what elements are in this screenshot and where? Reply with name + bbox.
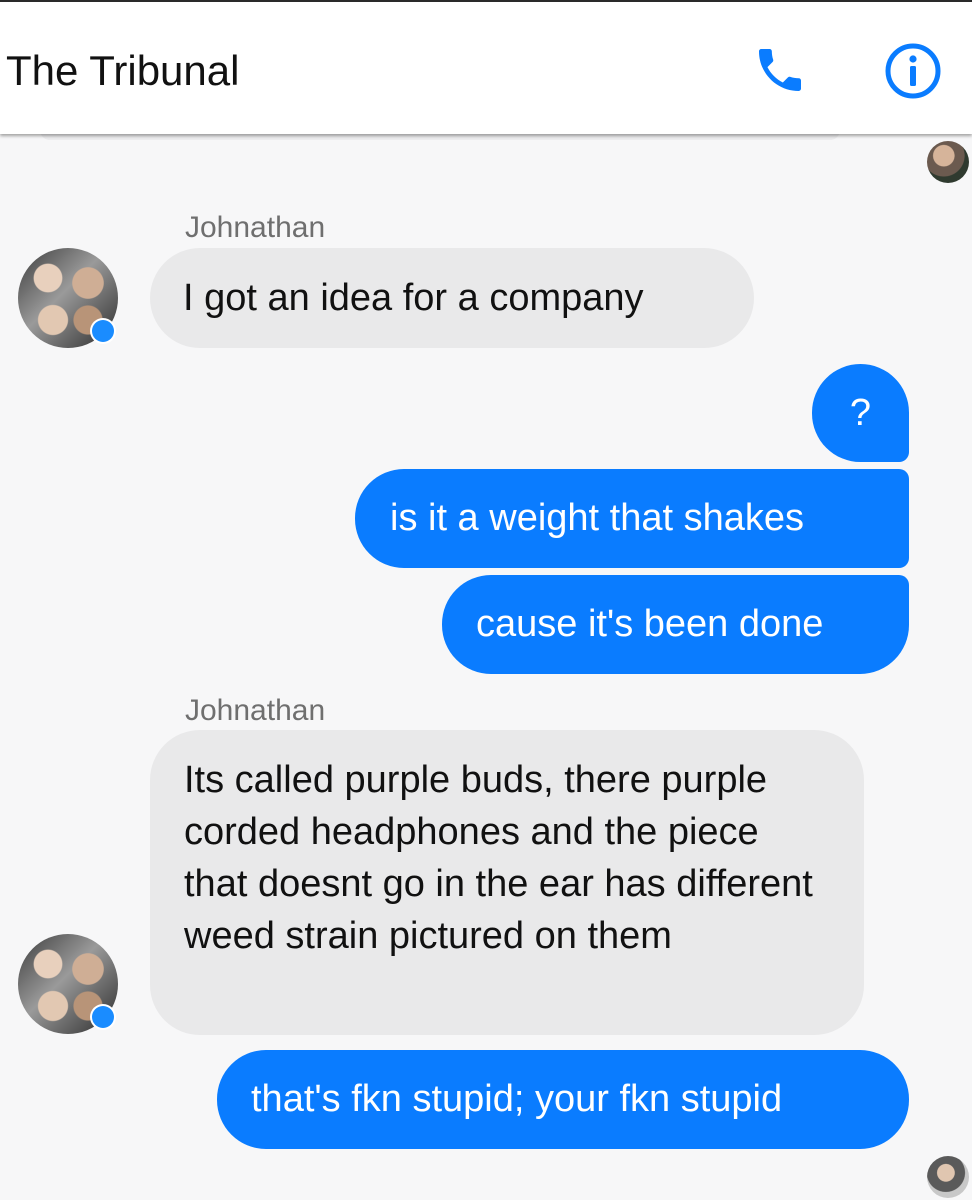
- phone-icon: [759, 49, 801, 91]
- read-receipt-avatar: [927, 1156, 969, 1198]
- message-bubble-outgoing[interactable]: ?: [812, 364, 909, 462]
- sender-name: Johnathan: [185, 694, 326, 727]
- info-icon: [885, 43, 941, 99]
- info-button[interactable]: [884, 42, 942, 100]
- status-bar-edge: [0, 0, 972, 2]
- sender-name: Johnathan: [185, 211, 326, 244]
- conversation-header: The Tribunal: [0, 0, 972, 134]
- conversation-title[interactable]: The Tribunal: [6, 46, 239, 96]
- read-receipt-avatar: [927, 141, 969, 183]
- message-bubble-incoming[interactable]: I got an idea for a company: [150, 248, 754, 348]
- message-bubble-outgoing[interactable]: cause it's been done: [442, 575, 909, 674]
- messenger-badge-icon: [90, 318, 116, 344]
- call-button[interactable]: [752, 42, 808, 98]
- message-bubble-outgoing[interactable]: that's fkn stupid; your fkn stupid: [217, 1050, 909, 1149]
- message-bubble-incoming[interactable]: Its called purple buds, there purple cor…: [150, 730, 864, 1035]
- message-bubble-outgoing[interactable]: is it a weight that shakes: [355, 469, 909, 568]
- messenger-badge-icon: [90, 1004, 116, 1030]
